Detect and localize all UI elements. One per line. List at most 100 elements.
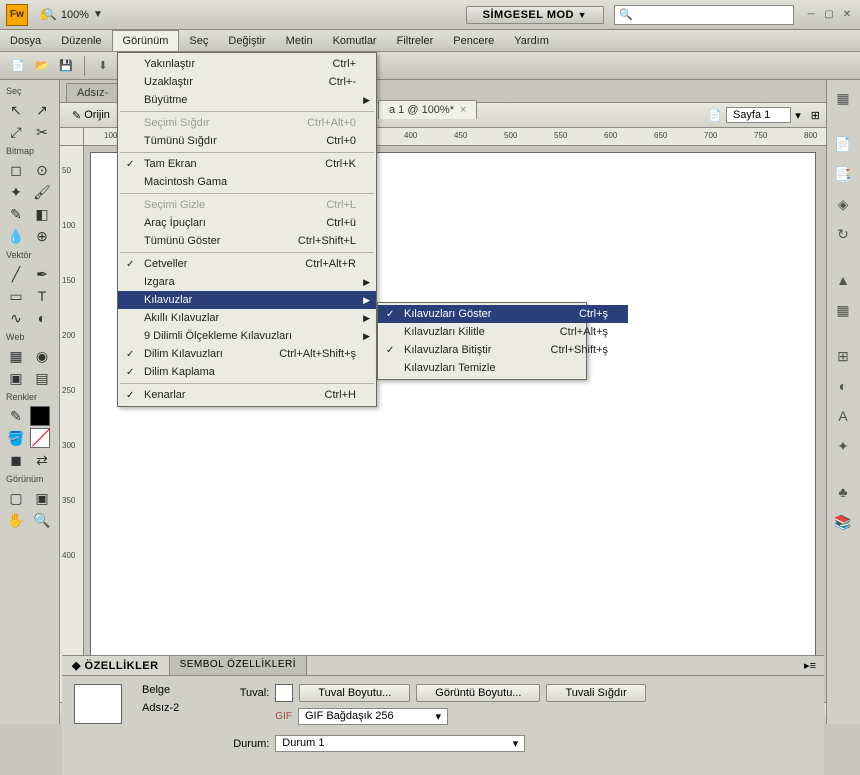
line-tool[interactable]: ╱ — [4, 264, 28, 284]
menu-item[interactable]: Macintosh Gama — [118, 173, 376, 191]
menu-görünüm[interactable]: Görünüm — [112, 30, 180, 51]
path-panel-icon[interactable]: ◐ — [831, 374, 855, 398]
crop-tool[interactable]: ✂ — [30, 122, 54, 142]
show-slice-icon[interactable]: ▤ — [30, 368, 54, 388]
fill-swatch[interactable] — [30, 428, 50, 448]
menu-item[interactable]: ✓CetvellerCtrl+Alt+R — [118, 255, 376, 273]
pen-tool[interactable]: ✒ — [30, 264, 54, 284]
fill-color[interactable]: 🪣 — [4, 428, 28, 448]
layers-panel-icon[interactable]: 📑 — [831, 162, 855, 186]
close-tab-icon[interactable]: × — [460, 104, 466, 116]
menu-pencere[interactable]: Pencere — [443, 30, 504, 51]
swatches-panel-icon[interactable]: ▦ — [831, 298, 855, 322]
menu-item[interactable]: ✓Dilim Kaplama — [118, 363, 376, 381]
symbols-panel-icon[interactable]: ♣ — [831, 480, 855, 504]
properties-tab[interactable]: ◆ ÖZELLİKLER — [62, 656, 170, 675]
new-icon[interactable]: 📄 — [8, 56, 28, 76]
menu-düzenle[interactable]: Düzenle — [51, 30, 111, 51]
stroke-swatch[interactable] — [30, 406, 50, 426]
library-panel-icon[interactable]: 📚 — [831, 510, 855, 534]
subselect-tool[interactable]: ↗ — [30, 100, 54, 120]
knife-tool[interactable]: ◐ — [30, 308, 54, 328]
menu-seç[interactable]: Seç — [179, 30, 218, 51]
close-button[interactable]: ✕ — [840, 9, 854, 21]
stamp-tool[interactable]: ⊕ — [30, 226, 54, 246]
menu-komutlar[interactable]: Komutlar — [323, 30, 387, 51]
rect-tool[interactable]: ▭ — [4, 286, 28, 306]
menu-item[interactable]: 9 Dilimli Ölçekleme Kılavuzları▶ — [118, 327, 376, 345]
open-icon[interactable]: 📂 — [32, 56, 52, 76]
zoom-dropdown-icon[interactable]: ▼ — [93, 9, 103, 20]
chars-panel-icon[interactable]: A — [831, 404, 855, 428]
page-selector[interactable]: Sayfa 1 — [726, 107, 791, 123]
symbol-properties-tab[interactable]: SEMBOL ÖZELLİKLERİ — [170, 656, 307, 675]
pointer-tool[interactable]: ↖ — [4, 100, 28, 120]
doc-tab-active[interactable]: a 1 @ 100%*× — [378, 100, 477, 119]
fit-canvas-button[interactable]: Tuvali Sığdır — [546, 684, 645, 702]
menu-item[interactable]: UzaklaştırCtrl+- — [118, 73, 376, 91]
save-icon[interactable]: 💾 — [56, 56, 76, 76]
menu-item[interactable]: Tümünü SığdırCtrl+0 — [118, 132, 376, 150]
workspace-mode-button[interactable]: SİMGESEL MOD ▼ — [466, 6, 604, 24]
image-panel-icon[interactable]: ✦ — [831, 434, 855, 458]
submenu-item[interactable]: ✓Kılavuzları GösterCtrl+ş — [378, 305, 628, 323]
search-input[interactable]: 🔍 — [614, 5, 794, 25]
preview-tab-original[interactable]: ✎ Orijin — [66, 107, 116, 124]
history-panel-icon[interactable]: ↻ — [831, 222, 855, 246]
freeform-tool[interactable]: ∿ — [4, 308, 28, 328]
canvas-color-swatch[interactable] — [275, 684, 293, 702]
canvas-size-button[interactable]: Tuval Boyutu... — [299, 684, 410, 702]
pages-panel-icon[interactable]: 📄 — [831, 132, 855, 156]
panel-menu-icon[interactable]: ⊞ — [811, 109, 820, 122]
menu-item[interactable]: Akıllı Kılavuzlar▶ — [118, 309, 376, 327]
blur-tool[interactable]: 💧 — [4, 226, 28, 246]
submenu-item[interactable]: Kılavuzları KilitleCtrl+Alt+ş — [378, 323, 628, 341]
screen-mode2-icon[interactable]: ▣ — [30, 488, 54, 508]
stroke-color[interactable]: ✎ — [4, 406, 28, 426]
menu-metin[interactable]: Metin — [276, 30, 323, 51]
brush-tool[interactable]: 🖌 — [30, 182, 54, 202]
state-select[interactable]: Durum 1▾ — [275, 735, 525, 752]
hotspot-tool[interactable]: ◉ — [30, 346, 54, 366]
menu-item[interactable]: Tümünü GösterCtrl+Shift+L — [118, 232, 376, 250]
swap-colors-icon[interactable]: ⇄ — [30, 450, 54, 470]
menu-item[interactable]: Izgara▶ — [118, 273, 376, 291]
align-panel-icon[interactable]: ⊞ — [831, 344, 855, 368]
wand-tool[interactable]: ✦ — [4, 182, 28, 202]
scale-tool[interactable]: ⤢ — [4, 122, 28, 142]
zoom-icon[interactable]: 🔍 — [30, 510, 54, 530]
page-dropdown-icon[interactable]: ▾ — [795, 109, 801, 122]
submenu-item[interactable]: ✓Kılavuzlara BitiştirCtrl+Shift+ş — [378, 341, 628, 359]
maximize-button[interactable]: ▢ — [822, 9, 836, 21]
hand-icon[interactable]: ✋ — [4, 510, 28, 530]
hide-slice-icon[interactable]: ▣ — [4, 368, 28, 388]
eraser-tool[interactable]: ◧ — [30, 204, 54, 224]
states-panel-icon[interactable]: ◈ — [831, 192, 855, 216]
menu-yardım[interactable]: Yardım — [504, 30, 559, 51]
lasso-tool[interactable]: ⊙ — [30, 160, 54, 180]
styles-panel-icon[interactable]: ▲ — [831, 268, 855, 292]
menu-item[interactable]: ✓KenarlarCtrl+H — [118, 386, 376, 404]
marquee-tool[interactable]: ◻ — [4, 160, 28, 180]
pencil-tool[interactable]: ✎ — [4, 204, 28, 224]
zoom-tool-icon[interactable]: 🔍 100% ▼ — [64, 6, 82, 24]
slice-tool[interactable]: ▦ — [4, 346, 28, 366]
import-icon[interactable]: ⬇ — [93, 56, 113, 76]
submenu-item[interactable]: Kılavuzları Temizle — [378, 359, 628, 377]
menu-değiştir[interactable]: Değiştir — [218, 30, 275, 51]
menu-filtreler[interactable]: Filtreler — [387, 30, 444, 51]
panel-options-icon[interactable]: ▸≡ — [796, 656, 824, 675]
default-colors-icon[interactable]: ◼ — [4, 450, 28, 470]
menu-item[interactable]: Büyütme▶ — [118, 91, 376, 109]
image-size-button[interactable]: Görüntü Boyutu... — [416, 684, 540, 702]
format-select[interactable]: GIF Bağdaşık 256▾ — [298, 708, 448, 725]
optimize-panel-icon[interactable]: ▦ — [831, 86, 855, 110]
menu-dosya[interactable]: Dosya — [0, 30, 51, 51]
menu-item[interactable]: ✓Dilim KılavuzlarıCtrl+Alt+Shift+ş — [118, 345, 376, 363]
screen-mode-icon[interactable]: ▢ — [4, 488, 28, 508]
menu-item[interactable]: YakınlaştırCtrl+ — [118, 55, 376, 73]
doc-tab[interactable]: Adsız- — [66, 83, 119, 102]
text-tool[interactable]: T — [30, 286, 54, 306]
minimize-button[interactable]: ─ — [804, 9, 818, 21]
menu-item[interactable]: ✓Tam EkranCtrl+K — [118, 155, 376, 173]
